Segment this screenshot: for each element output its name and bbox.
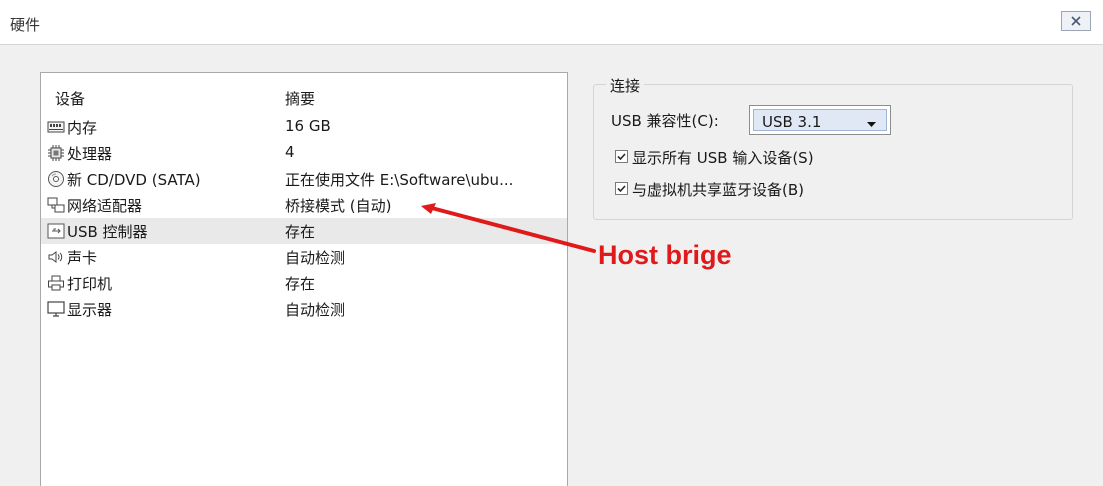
device-name: 网络适配器 <box>67 197 143 215</box>
device-summary: 16 GB <box>285 117 331 135</box>
window-title: 硬件 <box>10 16 41 34</box>
share-bluetooth-label: 与虚拟机共享蓝牙设备(B) <box>632 181 804 199</box>
device-summary: 正在使用文件 E:\Software\ubu... <box>285 171 514 189</box>
device-name: 内存 <box>67 119 98 137</box>
device-row-monitor[interactable]: 显示器 自动检测 <box>41 296 567 322</box>
device-row-cd-dvd[interactable]: 新 CD/DVD (SATA) 正在使用文件 E:\Software\ubu..… <box>41 166 567 192</box>
close-icon <box>1071 16 1081 26</box>
connection-group-legend: 连接 <box>606 75 645 96</box>
device-name: 处理器 <box>67 145 113 163</box>
column-header-device[interactable]: 设备 <box>55 88 85 109</box>
processor-icon <box>48 145 64 161</box>
cd-dvd-icon <box>48 171 64 187</box>
device-row-printer[interactable]: 打印机 存在 <box>41 270 567 296</box>
usb-compat-select[interactable]: USB 3.1 <box>749 105 891 135</box>
device-summary: 存在 <box>285 223 316 241</box>
share-bluetooth-checkbox[interactable] <box>615 182 628 195</box>
printer-icon <box>48 275 64 291</box>
memory-icon <box>47 121 65 133</box>
device-name: 新 CD/DVD (SATA) <box>67 171 201 189</box>
speaker-icon <box>48 251 63 263</box>
network-adapter-icon <box>47 197 65 213</box>
show-all-usb-label: 显示所有 USB 输入设备(S) <box>632 149 814 167</box>
usb-compat-label: USB 兼容性(C): <box>611 112 719 130</box>
device-row-memory[interactable]: 内存 16 GB <box>41 114 567 140</box>
checkmark-icon <box>617 185 626 193</box>
usb-compat-select-value-box: USB 3.1 <box>753 109 887 131</box>
device-summary: 桥接模式 (自动) <box>285 197 392 215</box>
close-button[interactable] <box>1061 11 1091 31</box>
device-list-panel: 设备 摘要 内存 16 GB 处理器 4 新 CD/DVD (SATA) 正在使… <box>40 72 568 486</box>
device-row-usb-controller[interactable]: USB 控制器 存在 <box>41 218 567 244</box>
device-summary: 自动检测 <box>285 249 346 267</box>
column-header-summary[interactable]: 摘要 <box>285 88 315 109</box>
usb-controller-icon <box>47 223 65 239</box>
usb-compat-value: USB 3.1 <box>762 113 822 131</box>
device-name: 显示器 <box>67 301 113 319</box>
device-name: 打印机 <box>67 275 113 293</box>
device-name: 声卡 <box>67 249 98 267</box>
title-bar: 硬件 <box>0 0 1103 45</box>
device-name: USB 控制器 <box>67 223 148 241</box>
device-row-network-adapter[interactable]: 网络适配器 桥接模式 (自动) <box>41 192 567 218</box>
device-summary: 自动检测 <box>285 301 346 319</box>
device-summary: 存在 <box>285 275 316 293</box>
monitor-icon <box>47 301 65 317</box>
show-all-usb-checkbox[interactable] <box>615 150 628 163</box>
device-row-sound-card[interactable]: 声卡 自动检测 <box>41 244 567 270</box>
annotation-host-bridge: Host brige <box>598 240 732 270</box>
device-summary: 4 <box>285 143 295 161</box>
device-list-header: 设备 摘要 <box>41 85 567 111</box>
chevron-down-icon <box>867 122 876 127</box>
checkmark-icon <box>617 153 626 161</box>
device-row-processor[interactable]: 处理器 4 <box>41 140 567 166</box>
